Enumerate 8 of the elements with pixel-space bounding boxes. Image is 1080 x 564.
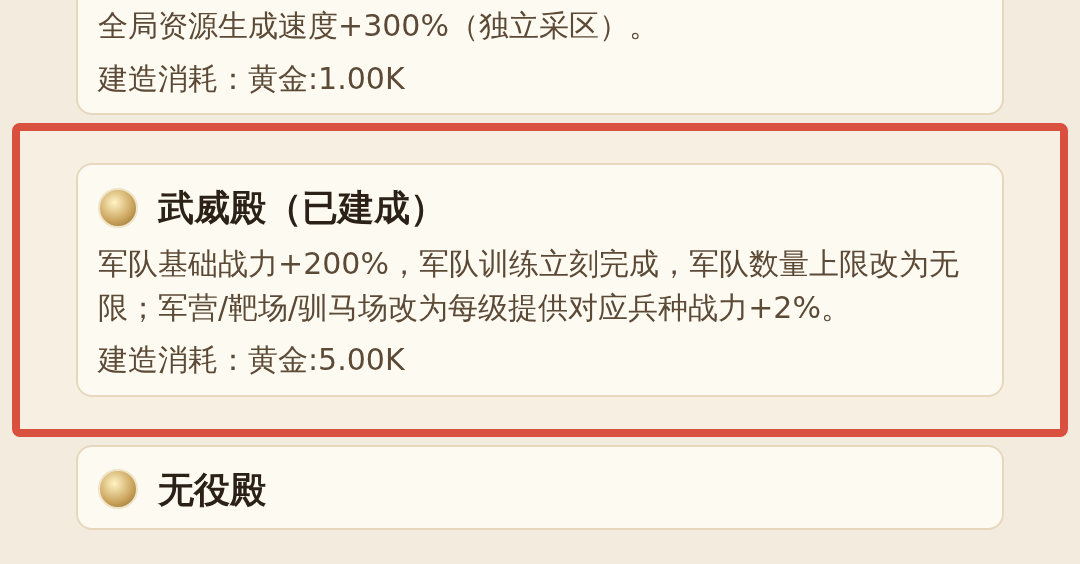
effect-description: 军队基础战力+200%，军队训练立刻完成，军队数量上限改为无限；军营/靶场/驯马场改为每级提供对应兵种战力+2%。	[98, 245, 960, 327]
building-title: 武威殿（已建成）	[158, 186, 446, 230]
orb-icon	[98, 187, 138, 228]
building-title: 无役殿	[158, 467, 266, 512]
effect-description: 全局资源生成速度+300%（独立采区）。	[98, 7, 660, 45]
orb-icon	[98, 469, 138, 509]
build-cost: 建造消耗：黄金:1.00K	[98, 59, 406, 97]
build-cost: 建造消耗：黄金:5.00K	[98, 341, 406, 379]
